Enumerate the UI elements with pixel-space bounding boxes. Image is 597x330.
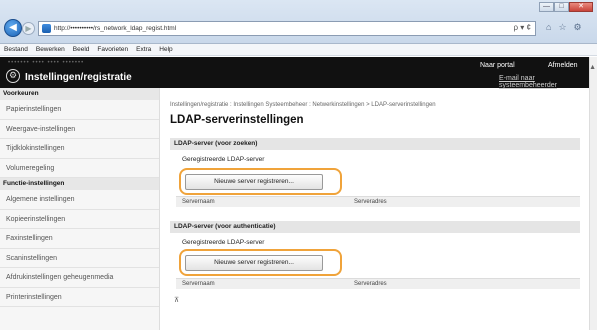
menu-view[interactable]: Beeld <box>73 46 90 53</box>
gear-icon: ⚙ <box>6 69 20 83</box>
menu-tools[interactable]: Extra <box>136 46 151 53</box>
sidebar-item-paper[interactable]: Papierinstellingen <box>0 100 159 120</box>
logout-link[interactable]: Afmelden <box>548 62 578 69</box>
column-server-name: Servernaam <box>182 281 215 287</box>
search-server-section-title: LDAP-server (voor zoeken) <box>170 138 580 150</box>
close-button[interactable]: ✕ <box>569 2 593 12</box>
window-controls: — □ ✕ <box>539 2 593 12</box>
menu-bar: Bestand Bewerken Beeld Favorieten Extra … <box>0 44 597 56</box>
main-content: Instellingen/registratie : Instellingen … <box>170 88 582 330</box>
auth-server-table-header: Servernaam Serveradres <box>176 278 580 289</box>
favorites-star-icon[interactable]: ☆ <box>558 22 566 33</box>
column-server-address: Serveradres <box>354 199 387 205</box>
maximize-button[interactable]: □ <box>554 2 569 12</box>
sidebar-item-timer[interactable]: Tijdklokinstellingen <box>0 139 159 159</box>
menu-file[interactable]: Bestand <box>4 46 28 53</box>
back-arrow-icon[interactable]: ◀ <box>4 19 22 37</box>
page-icon <box>42 24 51 33</box>
sidebar-item-media-print[interactable]: Afdrukinstellingen geheugenmedia <box>0 268 159 288</box>
search-registered-label: Geregistreerde LDAP-server <box>182 156 265 163</box>
home-icon[interactable]: ⌂ <box>546 22 551 33</box>
sidebar-item-display[interactable]: Weergave-instellingen <box>0 120 159 139</box>
page-title: Instellingen/registratie <box>25 72 132 83</box>
address-bar[interactable]: http://••••••••••/rs_network_ldap_regist… <box>38 21 536 36</box>
sidebar-group-preferences: Voorkeuren <box>0 88 159 100</box>
menu-edit[interactable]: Bewerken <box>36 46 65 53</box>
settings-gear-icon[interactable]: ⚙ <box>574 22 582 33</box>
search-refresh-icon[interactable]: ρ ▾ ¢ <box>514 23 531 32</box>
email-admin-link[interactable]: E-mail naar systeembeheerder <box>499 75 589 89</box>
auth-registered-label: Geregistreerde LDAP-server <box>182 239 265 246</box>
sidebar: Voorkeuren Papierinstellingen Weergave-i… <box>0 88 160 330</box>
sidebar-group-functions: Functie-instellingen <box>0 178 159 190</box>
sidebar-item-fax[interactable]: Faxinstellingen <box>0 229 159 249</box>
scrollbar[interactable] <box>589 57 597 330</box>
page-top-icon[interactable]: ⊼ <box>174 296 179 304</box>
column-server-name: Servernaam <box>182 199 215 205</box>
search-server-table-header: Servernaam Serveradres <box>176 196 580 207</box>
url-text[interactable]: http://••••••••••/rs_network_ldap_regist… <box>54 25 176 32</box>
device-info: ••••••• •••• •••• ••••••• <box>8 60 85 66</box>
auth-server-section-title: LDAP-server (voor authenticatie) <box>170 221 580 233</box>
forward-arrow-icon[interactable]: ▶ <box>22 22 35 35</box>
app-header: ••••••• •••• •••• ••••••• ⚙ Instellingen… <box>0 57 589 89</box>
breadcrumb: Instellingen/registratie : Instellingen … <box>170 102 436 108</box>
portal-link[interactable]: Naar portal <box>480 62 515 69</box>
browser-chrome: — □ ✕ ◀ ▶ http://••••••••••/rs_network_l… <box>0 0 597 44</box>
sidebar-item-printer[interactable]: Printerinstellingen <box>0 288 159 307</box>
register-auth-server-button[interactable]: Nieuwe server registreren... <box>185 255 323 271</box>
sidebar-item-scan[interactable]: Scaninstellingen <box>0 249 159 268</box>
minimize-button[interactable]: — <box>539 2 554 12</box>
page-heading: LDAP-serverinstellingen <box>170 114 304 126</box>
menu-help[interactable]: Help <box>159 46 172 53</box>
toolbar-icons: ⌂ ☆ ⚙ <box>546 22 582 33</box>
register-search-server-button[interactable]: Nieuwe server registreren... <box>185 174 323 190</box>
sidebar-item-copy[interactable]: Kopieerinstellingen <box>0 210 159 229</box>
menu-favorites[interactable]: Favorieten <box>97 46 128 53</box>
sidebar-item-volume[interactable]: Volumeregeling <box>0 159 159 178</box>
scroll-up-icon[interactable]: ▲ <box>589 64 596 71</box>
sidebar-item-common[interactable]: Algemene instellingen <box>0 190 159 210</box>
column-server-address: Serveradres <box>354 281 387 287</box>
